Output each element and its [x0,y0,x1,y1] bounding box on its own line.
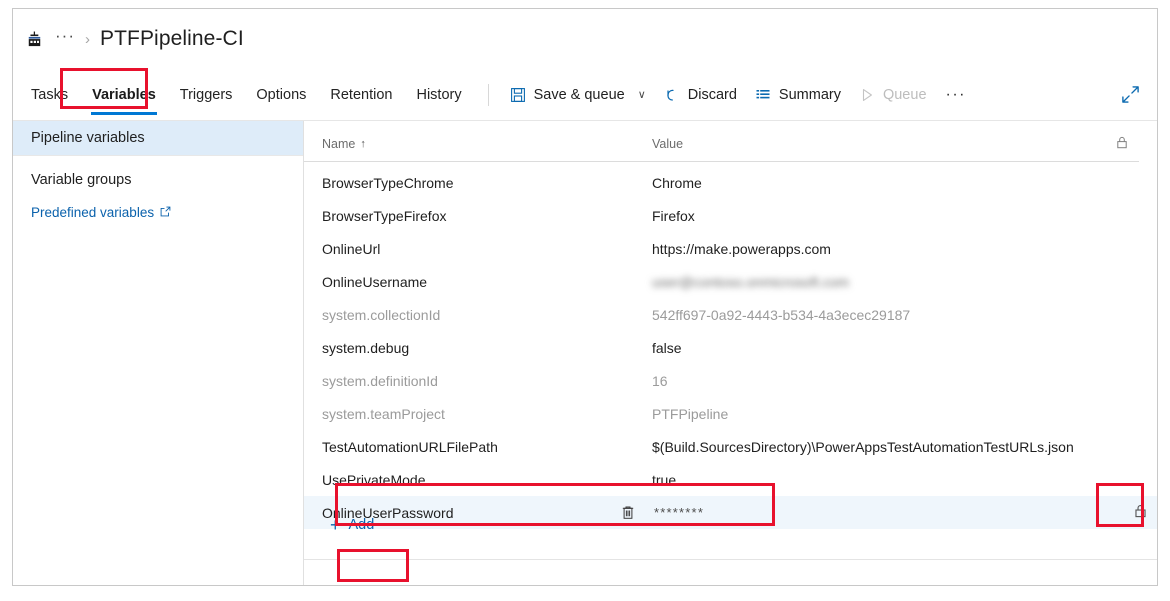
toolbar-overflow-button[interactable]: ··· [936,69,976,121]
variable-name: BrowserTypeChrome [322,174,454,191]
sidebar-item-label: Variable groups [31,172,132,188]
variable-value: 542ff697-0a92-4443-b534-4a3ecec29187 [652,306,911,323]
variable-name: TestAutomationURLFilePath [322,438,498,455]
sidebar-link-predefined-variables[interactable]: Predefined variables [13,200,303,224]
table-row[interactable]: system.teamProject PTFPipeline [304,397,1157,430]
variable-value-masked[interactable]: ******** [652,505,1123,520]
tab-options[interactable]: Options [244,69,318,121]
window-frame: ··· › PTFPipeline-CI Tasks Variables Tri… [12,8,1158,586]
variable-value: 16 [652,372,668,389]
chevron-down-icon[interactable]: ∨ [638,88,646,101]
sidebar-link-label: Predefined variables [31,204,155,220]
variable-name: system.definitionId [322,372,438,389]
tab-triggers[interactable]: Triggers [168,69,245,121]
variable-name: BrowserTypeFirefox [322,207,447,224]
breadcrumb-chevron-icon: › [84,30,90,48]
table-row[interactable]: OnlineUrl https://make.powerapps.com [304,232,1157,265]
variable-name: UsePrivateMode [322,471,426,488]
summary-label: Summary [778,86,841,103]
add-variable-button[interactable]: + Add [324,513,380,537]
discard-button[interactable]: Discard [655,69,746,121]
app-window: ··· › PTFPipeline-CI Tasks Variables Tri… [0,0,1170,601]
sidebar-item-pipeline-variables[interactable]: Pipeline variables [13,121,303,156]
trash-icon[interactable] [620,505,636,521]
variable-value-redacted[interactable]: user@contoso.onmicrosoft.com [652,274,1123,290]
lock-closed-icon [1134,504,1147,521]
table-body: BrowserTypeChrome Chrome BrowserTypeFire… [304,162,1157,529]
table-row[interactable]: system.collectionId 542ff697-0a92-4443-b… [304,298,1157,331]
tab-variables[interactable]: Variables [80,69,168,121]
tab-list: Tasks Variables Triggers Options Retenti… [13,69,474,121]
column-header-value[interactable]: Value [652,137,1105,151]
undo-icon [664,86,681,103]
table-row[interactable]: system.debug false [304,331,1157,364]
column-header-value-label: Value [652,137,684,151]
queue-button: Queue [850,69,936,121]
add-variable-label: Add [348,517,375,533]
table-row[interactable]: system.definitionId 16 [304,364,1157,397]
breadcrumb-ellipsis[interactable]: ··· [53,27,81,48]
table-row[interactable]: BrowserTypeFirefox Firefox [304,199,1157,232]
sidebar: Pipeline variables Variable groups Prede… [13,121,304,585]
table-row-online-user-password[interactable]: OnlineUserPassword ******** [304,496,1157,529]
save-and-queue-button[interactable]: Save & queue ∨ [501,69,655,121]
variable-name: system.collectionId [322,306,441,323]
column-header-lock [1105,136,1139,152]
variable-value[interactable]: Chrome [652,175,1123,191]
variable-name: OnlineUsername [322,273,428,290]
variable-value[interactable]: false [652,340,1123,356]
save-icon [510,86,527,103]
toolbar-divider [487,83,489,106]
page-title: PTFPipeline-CI [99,27,244,50]
list-icon [755,86,772,103]
play-icon [859,86,876,103]
table-row[interactable]: UsePrivateMode true [304,463,1157,496]
variable-value[interactable]: https://make.powerapps.com [652,241,1123,257]
variable-name: system.debug [322,339,410,356]
table-row[interactable]: OnlineUsername user@contoso.onmicrosoft.… [304,265,1157,298]
sort-ascending-icon: ↑ [360,138,366,150]
table-header: Name ↑ Value [304,127,1139,162]
save-and-queue-label: Save & queue [533,86,625,103]
breadcrumb: ··· › PTFPipeline-CI [23,21,244,57]
external-link-icon [160,205,171,220]
sidebar-item-variable-groups[interactable]: Variable groups [13,162,303,198]
table-row[interactable]: BrowserTypeChrome Chrome [304,166,1157,199]
table-footer-divider [304,559,1157,560]
queue-label: Queue [882,86,927,103]
expand-diagonal-icon[interactable] [1119,84,1141,106]
variable-name: system.teamProject [322,405,445,422]
lock-icon [1116,136,1128,152]
table-row[interactable]: TestAutomationURLFilePath $(Build.Source… [304,430,1157,463]
variable-lock-cell[interactable] [1123,504,1157,521]
variable-value[interactable]: Firefox [652,208,1123,224]
variable-value[interactable]: true [652,472,1123,488]
column-header-name-label: Name [322,137,356,151]
variable-value: PTFPipeline [652,405,729,422]
tab-tasks[interactable]: Tasks [13,69,80,121]
sidebar-item-label: Pipeline variables [31,130,145,146]
pipeline-factory-icon [23,28,45,50]
tab-history[interactable]: History [404,69,473,121]
column-header-name[interactable]: Name ↑ [322,137,652,151]
variables-table-panel: Name ↑ Value BrowserTypeChrome Chrome Br… [304,121,1157,585]
body-split: Pipeline variables Variable groups Prede… [13,121,1157,585]
variable-value[interactable]: $(Build.SourcesDirectory)\PowerAppsTestA… [652,439,1123,455]
variable-name: OnlineUrl [322,240,381,257]
tab-retention[interactable]: Retention [318,69,404,121]
masked-password-value: ******** [654,505,705,520]
summary-button[interactable]: Summary [746,69,850,121]
discard-label: Discard [687,86,737,103]
tab-toolbar: Tasks Variables Triggers Options Retenti… [13,69,1157,121]
plus-icon: + [330,515,341,535]
